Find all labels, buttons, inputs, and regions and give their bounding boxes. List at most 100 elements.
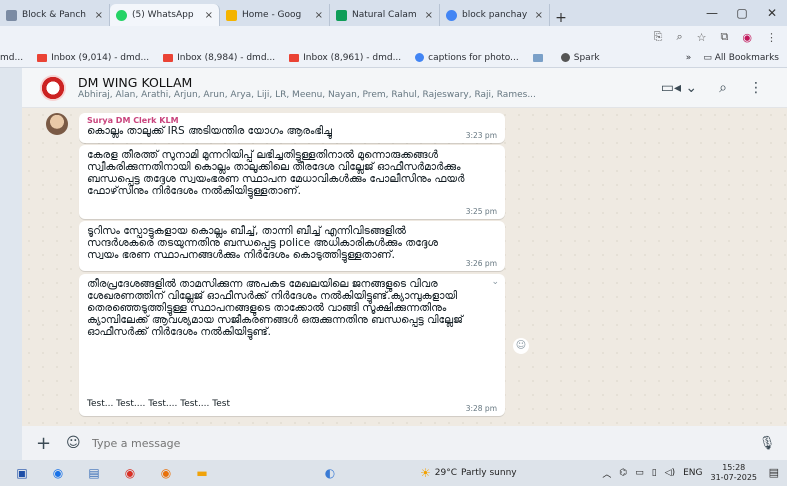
message-bubble[interactable]: ടൂറിസം സ്പോട്ടുകളായ കൊല്ലം ബീച്ച്, താന്ന… [79,221,505,271]
chrome-app-icon[interactable]: ◉ [116,464,144,482]
message-text: കൊല്ലം താലൂക്ക് IRS അടിയന്തിര യോഗം ആരംഭി… [87,125,332,137]
bookmark-label: md... [0,52,24,63]
menu-kebab-icon[interactable]: ⋮ [749,80,763,96]
message-text: ടൂറിസം സ്പോട്ടുകളായ കൊല്ലം ബീച്ച്, താന്ന… [87,225,438,261]
app-icon[interactable]: ◐ [316,464,344,482]
tab-label: Natural Calam [352,10,417,20]
bookmark-item[interactable]: Spark [560,52,600,63]
bookmark-item[interactable]: captions for photo... [415,53,519,63]
tab-natural-calamity[interactable]: Natural Calam × [330,4,440,26]
bookmark-label: captions for photo... [428,52,519,63]
tab-close-icon[interactable]: × [425,10,433,21]
message-bubble[interactable]: Surya DM Clerk KLM കൊല്ലം താലൂക്ക് IRS അ… [79,113,505,143]
sheets-icon [336,9,347,21]
bookmark-item[interactable] [532,53,547,62]
header-actions: ▭◂ ⌄ ⌕ ⋮ [661,80,787,96]
weather-sun-icon: ☀ [420,466,431,480]
bookmark-label: Inbox (8,984) - dmd... [177,52,276,63]
close-window-icon[interactable]: ✕ [757,6,787,20]
bookmarks-bar: md... Inbox (9,014) - dmd... Inbox (8,98… [0,48,787,68]
browser-tab-strip: Block & Panch × (5) WhatsApp × Home - Go… [0,0,787,26]
chevron-down-icon[interactable]: ⌄ [491,277,499,287]
minimize-icon[interactable]: — [697,6,727,20]
chat-header[interactable]: DM WING KOLLAM Abhiraj, Alan, Arathi, Ar… [22,68,787,108]
chat-title[interactable]: DM WING KOLLAM Abhiraj, Alan, Arathi, Ar… [78,75,661,100]
system-tray: ︿ ⌬ ▭ ▯ ◁) ENG 15:28 31-07-2025 [602,460,757,486]
tab-favicon [446,9,457,21]
chrome-icon[interactable]: ◉ [44,464,72,482]
video-call-icon[interactable]: ▭◂ ⌄ [661,80,697,96]
gmail-icon [289,53,300,62]
menu-kebab-icon[interactable]: ⋮ [766,31,777,44]
tab-favicon [6,9,17,21]
tab-close-icon[interactable]: × [205,10,213,21]
start-icon[interactable]: ▣ [8,464,36,482]
whatsapp-icon [116,9,127,21]
tab-close-icon[interactable]: × [315,10,323,21]
all-bookmarks-button[interactable]: ▭ All Bookmarks [703,53,779,63]
bookmark-label: Inbox (9,014) - dmd... [51,52,150,63]
bookmark-label: Spark [573,52,600,63]
tab-close-icon[interactable]: × [535,10,543,21]
weather-text: Partly sunny [461,468,517,478]
tab-block-panchayat-2[interactable]: block panchay × [440,4,550,26]
display-icon[interactable]: ▭ [635,468,644,478]
bookmark-label: Inbox (8,961) - dmd... [303,52,402,63]
volume-icon[interactable]: ◁) [665,468,675,478]
bookmark-item[interactable]: md... [0,53,23,63]
search-icon[interactable]: ⌕ [719,80,727,96]
new-tab-button[interactable]: + [550,10,572,26]
chevron-up-icon[interactable]: ︿ [602,467,611,480]
extensions-icon[interactable]: ⧉ [721,30,729,44]
image-icon [532,53,543,62]
tab-whatsapp[interactable]: (5) WhatsApp × [110,4,220,26]
bookmark-item[interactable]: Inbox (8,984) - dmd... [163,53,275,63]
message-bubble[interactable]: കേരള തീരത്ത് സുനാമി മുന്നറിയിപ്പ് ലഭിച്ച… [79,145,505,219]
attach-plus-icon[interactable]: + [36,433,66,454]
install-app-icon[interactable]: ⎘ [654,30,663,44]
group-avatar[interactable] [40,74,66,101]
message-input[interactable] [92,436,747,450]
tab-block-panchayat[interactable]: Block & Panch × [0,4,110,26]
window-controls: — ▢ ✕ [697,0,787,26]
bookmark-item[interactable]: Inbox (8,961) - dmd... [289,53,401,63]
weather-widget[interactable]: ☀ 29°C Partly sunny [420,460,517,486]
message-text: തീരപ്രദേശങ്ങളിൽ താമസിക്കുന്ന അപകട മേഖലയി… [87,278,463,338]
emoji-react-icon[interactable]: ☺ [513,338,529,354]
file-manager-icon[interactable]: ▬ [188,464,216,482]
network-icon[interactable]: ⌬ [619,468,627,478]
gmail-icon [163,53,174,62]
group-members: Abhiraj, Alan, Arathi, Arjun, Arun, Arya… [78,90,536,100]
taskbar-clock[interactable]: 15:28 31-07-2025 [711,463,758,483]
maximize-icon[interactable]: ▢ [727,6,757,20]
drive-icon [226,9,237,21]
spark-icon [560,53,570,62]
tab-google-home[interactable]: Home - Goog × [220,4,330,26]
language-indicator[interactable]: ENG [683,468,702,478]
tab-label: Block & Panch [22,10,86,20]
file-explorer-icon[interactable]: ▤ [80,464,108,482]
sticker-icon[interactable]: ☺ [66,435,92,451]
browser-toolbar: ⎘ ⌕ ☆ ⧉ ◉ ⋮ [0,26,787,48]
gmail-icon [37,53,48,62]
notification-icon[interactable]: ▤ [769,466,779,479]
group-name: DM WING KOLLAM [78,75,193,90]
bookmarks-right: » ▭ All Bookmarks [686,48,779,68]
message-time: 3:26 pm [465,259,497,268]
clock-time: 15:28 [722,463,746,472]
zoom-icon[interactable]: ⌕ [676,30,682,44]
battery-icon[interactable]: ▯ [652,468,657,478]
message-sender: Surya DM Clerk KLM [87,116,179,125]
microphone-icon[interactable]: 🎙 [747,436,787,451]
message-bubble[interactable]: ⌄ തീരപ്രദേശങ്ങളിൽ താമസിക്കുന്ന അപകട മേഖല… [79,274,505,416]
bookmark-star-icon[interactable]: ☆ [697,31,707,44]
windows-taskbar: ▣ ◉ ▤ ◉ ◉ ▬ ◐ ☀ 29°C Partly sunny ︿ ⌬ ▭ … [0,460,787,486]
bookmark-item[interactable]: Inbox (9,014) - dmd... [37,53,149,63]
profile-icon[interactable]: ◉ [742,31,752,44]
message-extra-text: Test... Test.... Test.... Test.... Test [87,399,230,409]
browser-app-icon[interactable]: ◉ [152,464,180,482]
tab-close-icon[interactable]: × [95,10,103,21]
message-time: 3:28 pm [465,404,497,413]
sender-avatar[interactable] [46,113,68,135]
more-bookmarks-button[interactable]: » [686,53,692,63]
